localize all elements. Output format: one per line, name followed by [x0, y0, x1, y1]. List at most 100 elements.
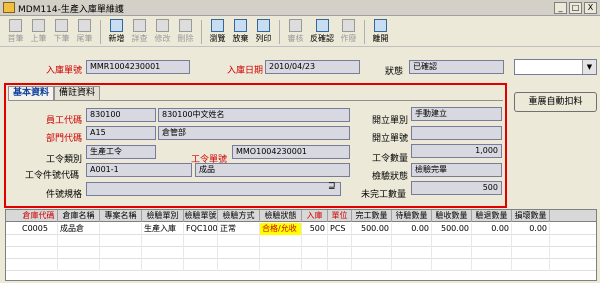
tab-remarks[interactable]: 備註資料: [54, 86, 101, 100]
grid-header-cell[interactable]: 完工數量: [352, 210, 392, 222]
grid-header-cell[interactable]: 檢驗狀態: [260, 210, 302, 222]
table-cell[interactable]: [260, 235, 302, 247]
table-cell[interactable]: [58, 259, 100, 271]
table-cell[interactable]: FQC100: [184, 223, 218, 235]
grid-header-cell[interactable]: 入庫: [302, 210, 328, 222]
table-cell[interactable]: [218, 235, 260, 247]
grid-header-cell[interactable]: 損壞數量: [512, 210, 550, 222]
table-cell[interactable]: [20, 247, 58, 259]
table-cell[interactable]: PCS: [328, 223, 352, 235]
expand-icon[interactable]: ⊒: [328, 181, 336, 191]
toolbar-button-2[interactable]: 下筆: [50, 17, 73, 47]
grid-header-cell[interactable]: 待驗數量: [392, 210, 432, 222]
grid-header-cell[interactable]: 檢驗單別: [142, 210, 184, 222]
table-cell[interactable]: [184, 235, 218, 247]
table-cell[interactable]: 500: [302, 223, 328, 235]
table-cell[interactable]: [100, 259, 142, 271]
tab-basic-info[interactable]: 基本資料: [8, 86, 55, 100]
minimize-button[interactable]: _: [554, 2, 567, 14]
table-cell[interactable]: [432, 235, 472, 247]
table-cell[interactable]: [352, 235, 392, 247]
work-order-part-field[interactable]: A001-1: [86, 163, 192, 177]
chevron-down-icon[interactable]: ▼: [582, 60, 596, 74]
toolbar-button-0[interactable]: 首筆: [4, 17, 27, 47]
table-cell[interactable]: [328, 259, 352, 271]
grid-header-cell[interactable]: 驗收數量: [432, 210, 472, 222]
toolbar-button-1[interactable]: 上筆: [27, 17, 50, 47]
table-cell[interactable]: [472, 235, 512, 247]
table-cell[interactable]: [328, 235, 352, 247]
table-row[interactable]: [6, 247, 596, 259]
toolbar-button-5[interactable]: 詳查: [128, 17, 151, 47]
table-cell[interactable]: [142, 235, 184, 247]
table-cell[interactable]: [218, 247, 260, 259]
table-cell[interactable]: [184, 247, 218, 259]
grid-header-cell[interactable]: 單位: [328, 210, 352, 222]
table-cell[interactable]: [184, 259, 218, 271]
table-row[interactable]: C0005 成品倉 生產入庫 FQC100 正常 合格/允收 500 PCS 500.00 0.0…: [6, 223, 596, 235]
table-cell[interactable]: [472, 259, 512, 271]
maximize-button[interactable]: □: [569, 2, 582, 14]
doc-no-field[interactable]: MMR1004230001: [86, 60, 190, 74]
grid-header-cell[interactable]: 倉庫代碼: [20, 210, 58, 222]
grid-header-cell[interactable]: 專案名稱: [100, 210, 142, 222]
table-cell[interactable]: [100, 247, 142, 259]
table-cell[interactable]: [142, 247, 184, 259]
toolbar-button-6[interactable]: 修改: [151, 17, 174, 47]
grid-header-cell[interactable]: 驗退數量: [472, 210, 512, 222]
table-cell[interactable]: [512, 259, 550, 271]
toolbar-button-3[interactable]: 尾筆: [73, 17, 96, 47]
table-cell[interactable]: 正常: [218, 223, 260, 235]
table-cell[interactable]: 0.00: [512, 223, 550, 235]
date-field[interactable]: 2010/04/23: [265, 60, 360, 74]
work-order-type-field[interactable]: 生產工令: [86, 145, 156, 159]
table-cell[interactable]: [512, 247, 550, 259]
work-order-no-field[interactable]: MMO1004230001: [232, 145, 350, 159]
table-cell[interactable]: [142, 259, 184, 271]
table-cell[interactable]: [58, 235, 100, 247]
table-cell[interactable]: [352, 259, 392, 271]
table-cell[interactable]: [58, 247, 100, 259]
table-cell[interactable]: 合格/允收: [260, 223, 302, 235]
toolbar-button-14[interactable]: 離開: [369, 17, 392, 47]
table-cell[interactable]: [20, 235, 58, 247]
employee-code-field[interactable]: 830100: [86, 108, 156, 122]
table-cell[interactable]: 500.00: [432, 223, 472, 235]
table-cell[interactable]: 0.00: [392, 223, 432, 235]
table-cell[interactable]: [392, 235, 432, 247]
table-cell[interactable]: [392, 259, 432, 271]
table-cell[interactable]: [328, 247, 352, 259]
toolbar-button-8[interactable]: 瀏覽: [206, 17, 229, 47]
table-cell[interactable]: [100, 223, 142, 235]
grid-header-cell[interactable]: 檢驗單號: [184, 210, 218, 222]
table-cell[interactable]: [432, 259, 472, 271]
table-cell[interactable]: [512, 235, 550, 247]
toolbar-button-9[interactable]: 放棄: [229, 17, 252, 47]
toolbar-button-7[interactable]: 刪除: [174, 17, 197, 47]
grid-header-cell[interactable]: 檢驗方式: [218, 210, 260, 222]
toolbar-button-10[interactable]: 列印: [252, 17, 275, 47]
table-cell[interactable]: [472, 247, 512, 259]
table-cell[interactable]: 0.00: [472, 223, 512, 235]
toolbar-button-12[interactable]: 反確認: [307, 17, 337, 47]
table-row[interactable]: [6, 259, 596, 271]
toolbar-button-4[interactable]: 新增: [105, 17, 128, 47]
table-cell[interactable]: [260, 259, 302, 271]
table-cell[interactable]: 成品倉: [58, 223, 100, 235]
table-cell[interactable]: [432, 247, 472, 259]
table-cell[interactable]: [20, 259, 58, 271]
toolbar-button-11[interactable]: 審核: [284, 17, 307, 47]
table-row[interactable]: [6, 235, 596, 247]
reexpand-auto-deduct-button[interactable]: 重展自動扣料: [514, 92, 597, 112]
grid-header-cell[interactable]: 倉庫名稱: [58, 210, 100, 222]
detail-grid[interactable]: 倉庫代碼 倉庫名稱 專案名稱 檢驗單別 檢驗單號 檢驗方式 檢驗狀態 入庫 單位 完工數量 待驗數量…: [5, 209, 597, 281]
table-cell[interactable]: C0005: [20, 223, 58, 235]
table-cell[interactable]: [302, 259, 328, 271]
spec-field[interactable]: [86, 182, 341, 196]
table-cell[interactable]: [352, 247, 392, 259]
table-cell[interactable]: 500.00: [352, 223, 392, 235]
table-cell[interactable]: [100, 235, 142, 247]
table-cell[interactable]: 生產入庫: [142, 223, 184, 235]
table-cell[interactable]: [392, 247, 432, 259]
table-cell[interactable]: [218, 259, 260, 271]
